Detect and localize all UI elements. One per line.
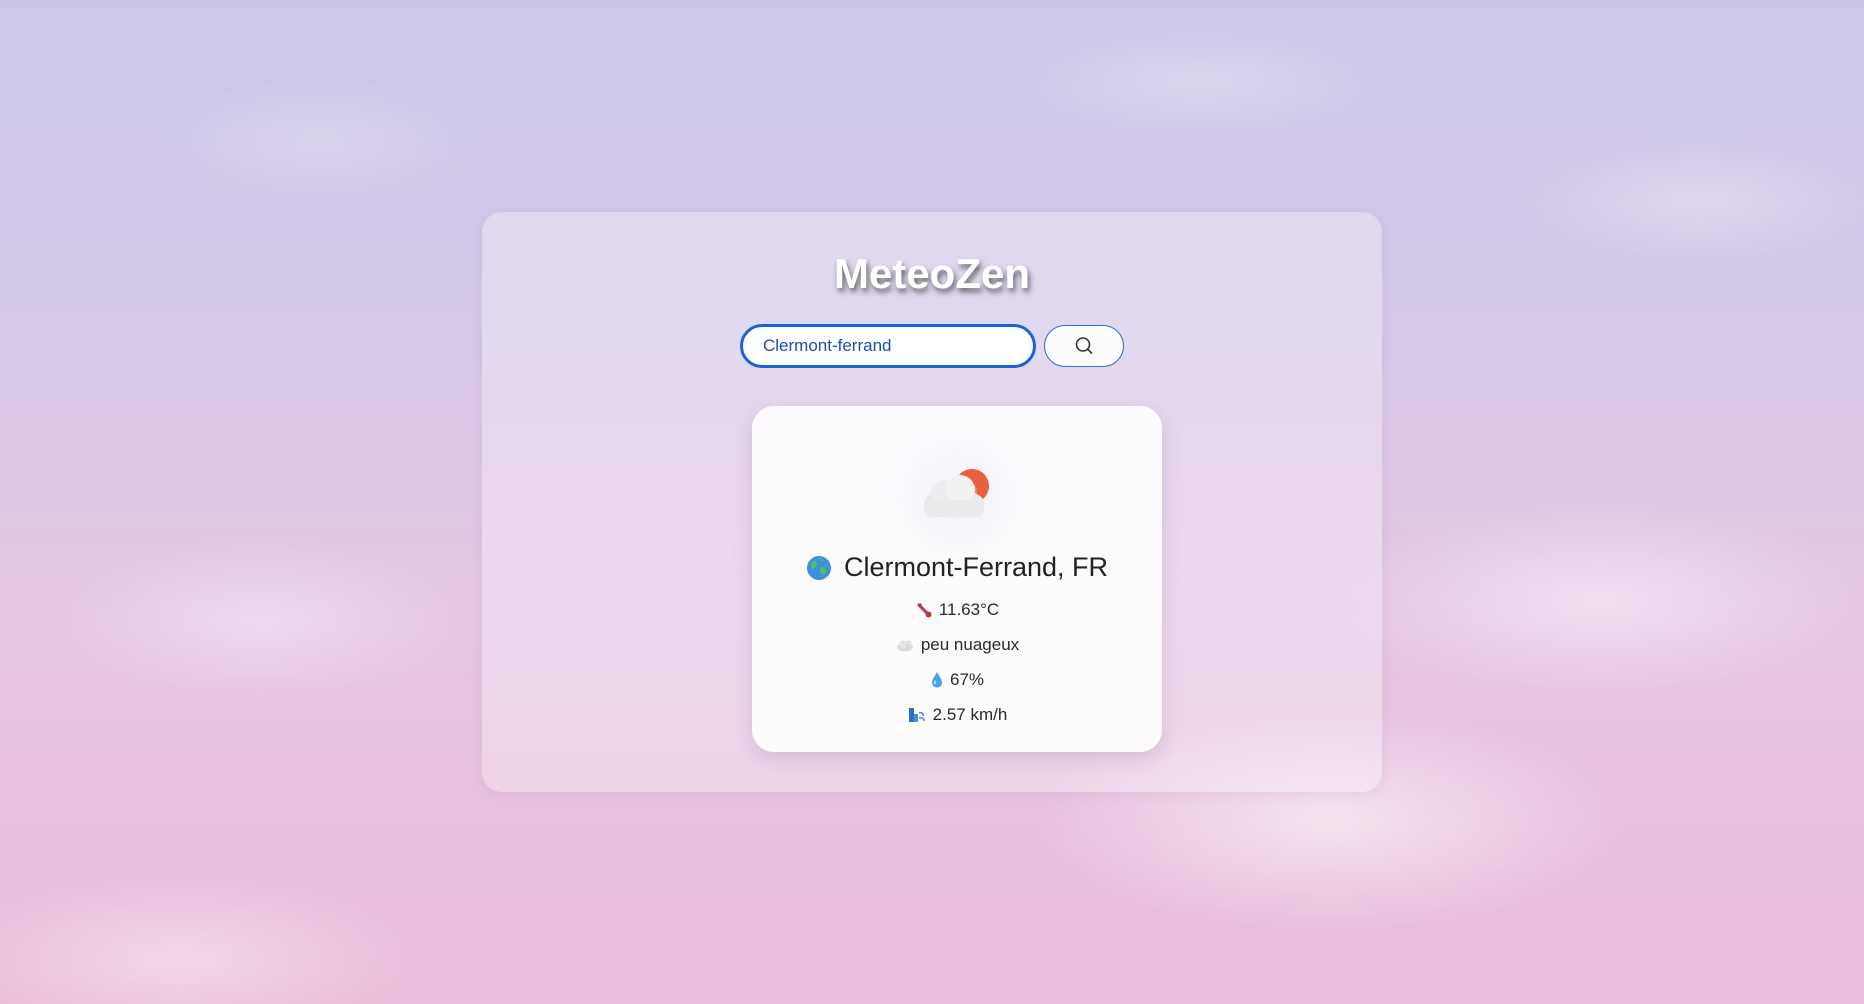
app-title: MeteoZen xyxy=(833,250,1030,297)
location-row: Clermont-Ferrand, FR xyxy=(752,552,1162,583)
search-button[interactable] xyxy=(1044,325,1124,367)
description-row: peu nuageux xyxy=(752,635,1162,655)
temperature-value: 11.63°C xyxy=(938,600,1000,619)
droplet-icon xyxy=(930,671,944,689)
cloud-icon xyxy=(895,638,915,652)
weather-card: Clermont-Ferrand, FR 11.63°C peu nuageux… xyxy=(752,406,1162,752)
cloud-sun-icon xyxy=(888,428,1028,568)
humidity-value: 67% xyxy=(949,670,985,689)
location-name: Clermont-Ferrand, FR xyxy=(843,552,1109,582)
wind-value: 2.57 km/h xyxy=(932,705,1008,724)
weather-description: peu nuageux xyxy=(920,635,1020,654)
search-bar xyxy=(740,324,1124,368)
wind-row: 2.57 km/h xyxy=(752,705,1162,725)
wind-icon xyxy=(907,706,927,724)
globe-icon xyxy=(806,555,832,581)
thermometer-icon xyxy=(915,601,933,619)
humidity-row: 67% xyxy=(752,670,1162,690)
main-panel: MeteoZen Clermont-ferrand Clermont-Ferra… xyxy=(482,212,1382,792)
temperature-row: 11.63°C xyxy=(752,600,1162,620)
city-search-input[interactable] xyxy=(740,324,1036,368)
search-icon xyxy=(1073,335,1095,357)
